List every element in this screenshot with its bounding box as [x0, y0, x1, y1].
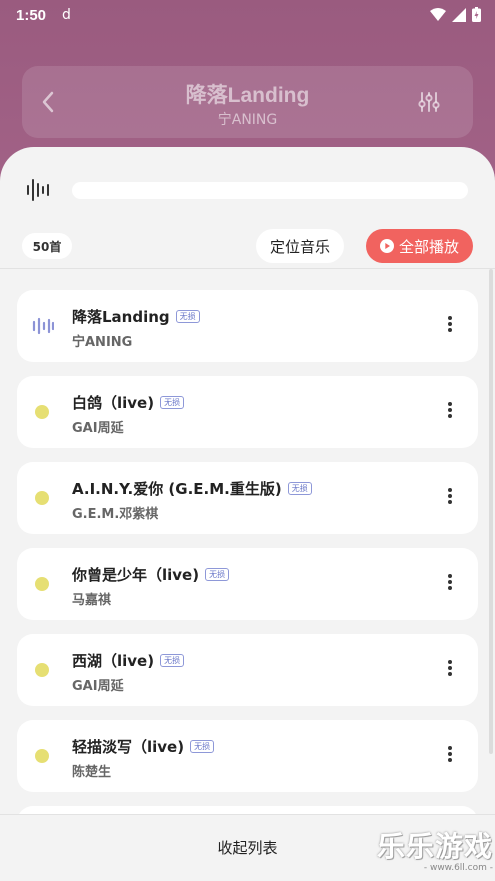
battery-icon [472, 7, 481, 22]
song-title: 轻描淡写（live) 无损 [72, 736, 215, 757]
more-options-button[interactable] [442, 658, 458, 682]
song-title: 西湖（live) 无损 [72, 650, 185, 671]
song-title-header: 降落Landing [185, 84, 310, 107]
signal-icon [452, 7, 466, 22]
watermark-title: 乐乐游戏 [376, 830, 493, 863]
lossless-badge: 无损 [190, 740, 215, 753]
song-title: A.I.N.Y.爱你 (G.E.M.重生版) 无损 [72, 478, 312, 499]
lossless-badge: 无损 [160, 396, 185, 409]
song-title-text: A.I.N.Y.爱你 (G.E.M.重生版) [72, 480, 282, 498]
song-artist: 马嘉祺 [72, 593, 112, 608]
playlist-sheet: 50首 定位音乐 全部播放 降落Landing 无损 宁ANING 白鸽（liv… [0, 147, 495, 881]
lossless-badge: 无损 [160, 654, 185, 667]
notification-icon: d [62, 7, 71, 23]
more-options-button[interactable] [442, 744, 458, 768]
playing-wave-icon [32, 317, 54, 335]
song-artist: G.E.M.邓紫棋 [72, 507, 159, 522]
lossless-badge: 无损 [175, 310, 200, 323]
song-count-badge: 50首 [22, 233, 72, 259]
song-artist: 宁ANING [72, 335, 133, 350]
more-options-button[interactable] [442, 314, 458, 338]
lossless-badge: 无损 [205, 568, 230, 581]
locate-music-button[interactable]: 定位音乐 [256, 229, 344, 263]
more-options-button[interactable] [442, 400, 458, 424]
more-options-button[interactable] [442, 572, 458, 596]
song-item[interactable]: 你曾是少年（live) 无损 马嘉祺 [17, 548, 478, 620]
song-dot-icon [35, 577, 49, 591]
watermark-logo: 乐乐游戏 - www.6ll.com - [373, 825, 493, 877]
song-artist: 陈楚生 [72, 765, 112, 780]
play-circle-icon [379, 239, 394, 253]
song-title-text: 降落Landing [72, 308, 170, 326]
song-item[interactable]: 降落Landing 无损 宁ANING [17, 290, 478, 362]
song-dot-icon [35, 749, 49, 763]
status-bar: 1:50 d [0, 0, 495, 30]
status-icons [430, 7, 481, 22]
song-title-text: 你曾是少年（live) [72, 566, 200, 584]
lossless-badge: 无损 [287, 482, 312, 495]
song-artist-header: 宁ANING [217, 112, 278, 128]
song-item[interactable]: A.I.N.Y.爱你 (G.E.M.重生版) 无损 G.E.M.邓紫棋 [17, 462, 478, 534]
song-title: 你曾是少年（live) 无损 [72, 564, 230, 585]
footer: 收起列表 乐乐游戏 - www.6ll.com - [0, 814, 495, 881]
song-item[interactable]: 西湖（live) 无损 GAI周延 [17, 634, 478, 706]
song-dot-icon [35, 491, 49, 505]
more-options-button[interactable] [442, 486, 458, 510]
play-all-label: 全部播放 [398, 237, 459, 256]
equalizer-button[interactable] [417, 90, 441, 114]
song-dot-icon [35, 663, 49, 677]
song-list[interactable]: 降落Landing 无损 宁ANING 白鸽（live) 无损 GAI周延 A.… [0, 269, 495, 814]
status-time: 1:50 [16, 6, 47, 24]
waveform-icon [27, 179, 49, 201]
song-item[interactable]: 轻描淡写（live) 无损 陈楚生 [17, 720, 478, 792]
song-title: 白鸽（live) 无损 [72, 392, 185, 413]
song-item[interactable] [17, 806, 478, 814]
song-title-text: 白鸽（live) [72, 394, 155, 412]
song-title-text: 轻描淡写（live) [72, 738, 185, 756]
scrollbar[interactable] [489, 269, 493, 754]
song-title-text: 西湖（live) [72, 652, 155, 670]
now-playing-header: 降落Landing 宁ANING [22, 66, 473, 138]
search-input[interactable] [72, 182, 468, 199]
song-dot-icon [35, 405, 49, 419]
song-item[interactable]: 白鸽（live) 无损 GAI周延 [17, 376, 478, 448]
wifi-icon [430, 7, 446, 21]
play-all-button[interactable]: 全部播放 [366, 229, 473, 263]
equalizer-icon [418, 92, 440, 112]
song-title: 降落Landing 无损 [72, 306, 200, 327]
song-artist: GAI周延 [72, 679, 124, 694]
song-artist: GAI周延 [72, 421, 124, 436]
